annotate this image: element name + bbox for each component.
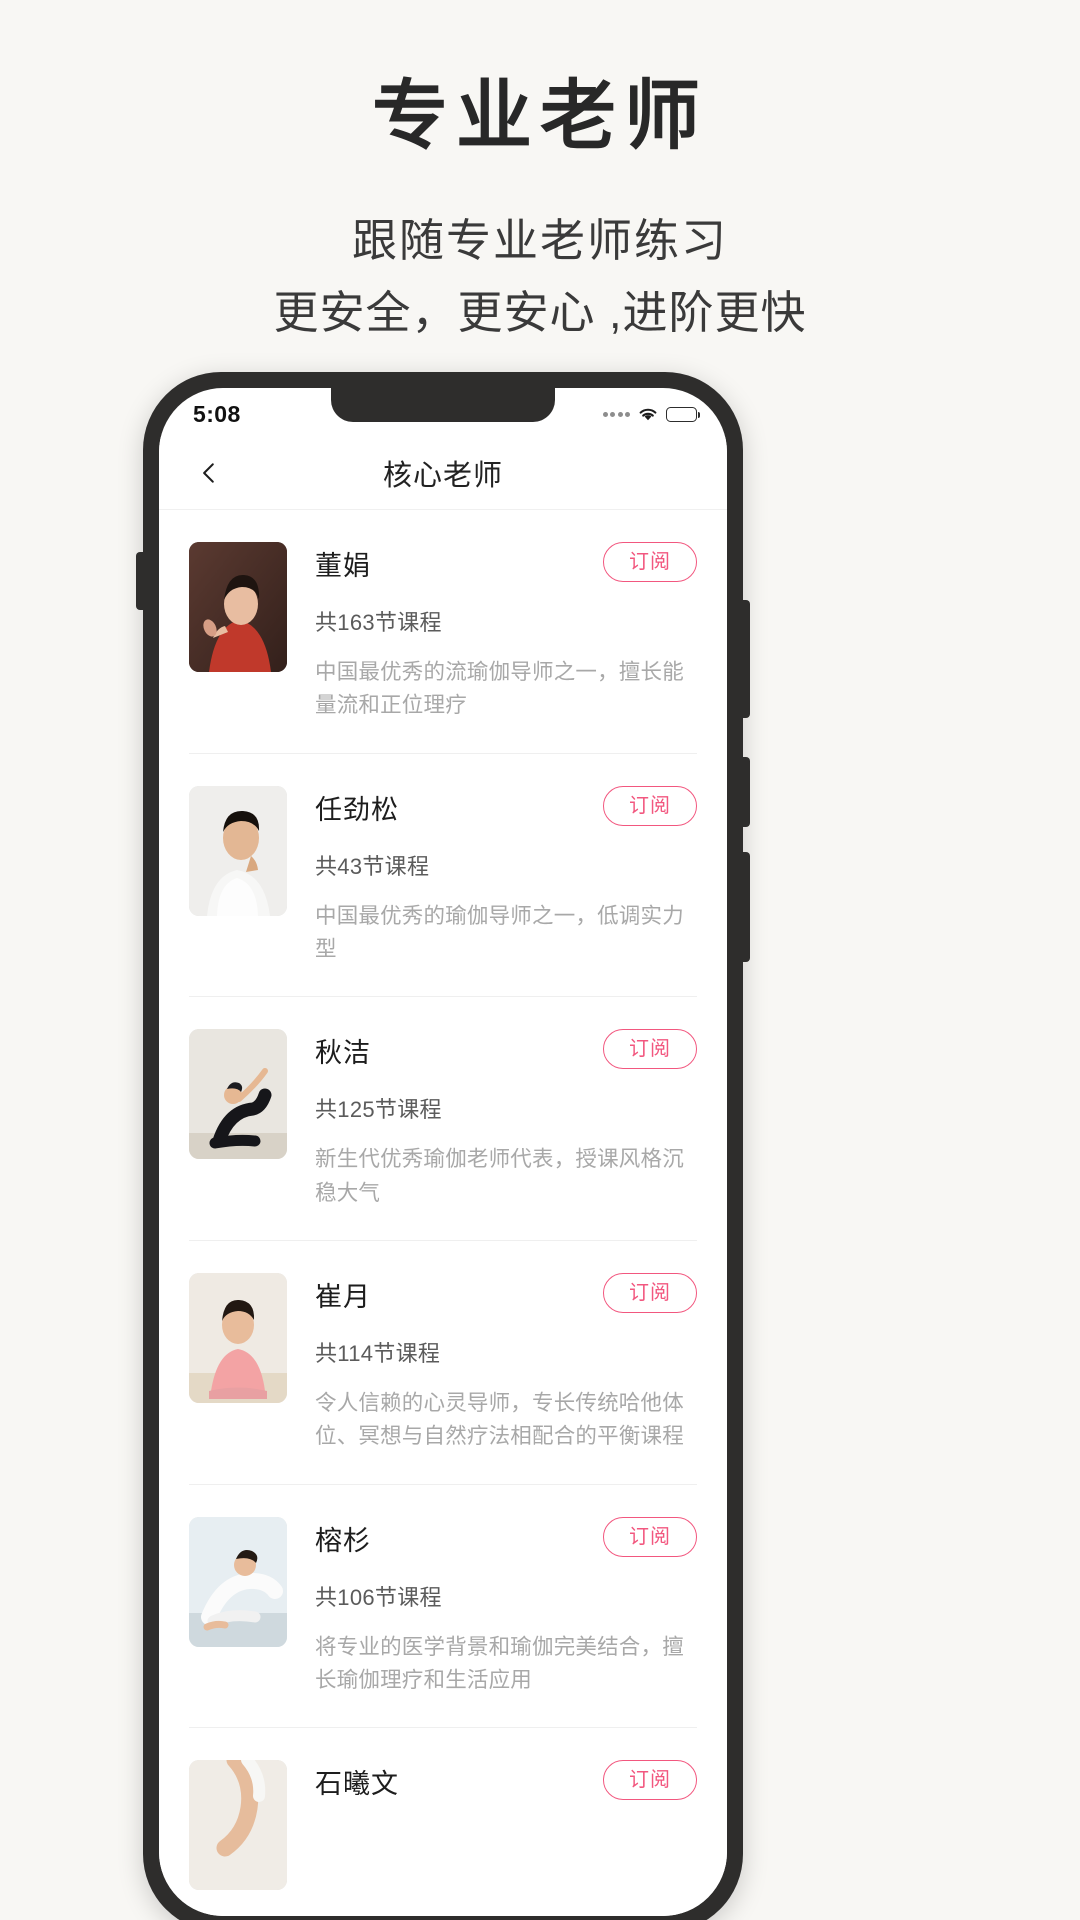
teacher-description: 中国最优秀的流瑜伽导师之一，擅长能量流和正位理疗 — [315, 660, 684, 718]
phone-screen: 5:08 核心老师 董娟 订阅 共163节课程 中国最优秀的流瑜伽导师之一，擅长… — [159, 388, 727, 1916]
teacher-name: 榕杉 — [315, 1525, 371, 1556]
teacher-header: 崔月 订阅 — [315, 1272, 697, 1314]
teacher-description: 中国最优秀的瑜伽导师之一，低调实力型 — [315, 903, 684, 961]
teacher-info: 秋洁 订阅共125节课程新生代优秀瑜伽老师代表，授课风格沉稳大气 — [287, 1029, 697, 1210]
table-row[interactable]: 榕杉 订阅共106节课程将专业的医学背景和瑜伽完美结合，擅长瑜伽理疗和生活应用 — [189, 1485, 697, 1729]
table-row[interactable]: 石曦文 订阅 — [189, 1728, 697, 1916]
subscribe-button[interactable]: 订阅 — [603, 785, 697, 826]
teacher-name: 崔月 — [315, 1281, 371, 1312]
teacher-info: 任劲松 订阅共43节课程中国最优秀的瑜伽导师之一，低调实力型 — [287, 785, 697, 967]
promo-subtitle: 跟随专业老师练习 更安全，更安心 ,进阶更快 — [0, 209, 1080, 345]
table-row[interactable]: 董娟 订阅共163节课程中国最优秀的流瑜伽导师之一，擅长能量流和正位理疗 — [189, 510, 697, 754]
phone-mockup: 5:08 核心老师 董娟 订阅 共163节课程 中国最优秀的流瑜伽导师之一，擅长… — [136, 372, 750, 1920]
nav-bar: 核心老师 — [159, 436, 727, 510]
teacher-avatar — [189, 1272, 287, 1403]
teacher-header: 石曦文 订阅 — [315, 1760, 697, 1801]
teacher-name: 董娟 — [315, 551, 371, 581]
status-time: 5:08 — [193, 400, 241, 427]
teacher-list[interactable]: 董娟 订阅 共163节课程 中国最优秀的流瑜伽导师之一，擅长能量流和正位理疗 任劲松订… — [159, 510, 727, 1916]
teacher-header: 榕杉 订阅 — [315, 1516, 697, 1558]
teacher-description: 新生代优秀瑜伽老师代表，授课风格沉稳大气 — [315, 1147, 684, 1205]
teacher-header: 董娟 订阅 — [315, 542, 697, 583]
teacher-info: 榕杉 订阅共106节课程将专业的医学背景和瑜伽完美结合，擅长瑜伽理疗和生活应用 — [287, 1516, 697, 1698]
teacher-course-count: 共163节课程 — [315, 610, 442, 635]
promo-subtitle-line1: 跟随专业老师练习 — [351, 215, 728, 267]
status-bar: 5:08 — [159, 388, 727, 436]
promo-header: 专业老师 跟随专业老师练习 更安全，更安心 ,进阶更快 — [0, 0, 1080, 345]
teacher-name: 石曦文 — [315, 1769, 399, 1800]
promo-page: 专业老师 跟随专业老师练习 更安全，更安心 ,进阶更快 5:08 核心老师 董娟… — [0, 0, 1080, 1920]
teacher-description: 将专业的医学背景和瑜伽完美结合，擅长瑜伽理疗和生活应用 — [315, 1634, 684, 1692]
table-row[interactable]: 任劲松 订阅共43节课程中国最优秀的瑜伽导师之一，低调实力型 — [189, 754, 697, 998]
teacher-course-count: 共43节课程 — [315, 853, 430, 879]
subscribe-button[interactable]: 订阅 — [603, 1272, 697, 1313]
page-title: 专业老师 — [372, 75, 708, 159]
nav-title: 核心老师 — [382, 459, 503, 492]
teacher-header: 任劲松 订阅 — [315, 785, 697, 827]
teacher-avatar — [189, 1760, 287, 1891]
subscribe-button[interactable]: 订阅 — [603, 1760, 697, 1801]
mute-switch — [136, 552, 143, 610]
volume-down-button — [743, 852, 750, 962]
power-button — [743, 600, 750, 718]
phone-frame: 5:08 核心老师 董娟 订阅 共163节课程 中国最优秀的流瑜伽导师之一，擅长… — [136, 372, 750, 1920]
teacher-name: 任劲松 — [315, 794, 399, 825]
promo-subtitle-line2: 更安全，更安心 ,进阶更快 — [273, 287, 807, 339]
subscribe-button[interactable]: 订阅 — [603, 1029, 697, 1070]
teacher-avatar — [189, 1516, 287, 1647]
subscribe-button[interactable]: 订阅 — [603, 1516, 697, 1557]
teacher-course-count: 共125节课程 — [315, 1097, 442, 1123]
teacher-course-count: 共106节课程 — [315, 1584, 442, 1610]
teacher-info: 崔月 订阅共114节课程令人信赖的心灵导师，专长传统哈他体位、冥想与自然疗法相配合… — [287, 1272, 697, 1454]
teacher-course-count: 共114节课程 — [315, 1340, 441, 1366]
teacher-avatar — [189, 542, 287, 672]
wifi-icon — [637, 406, 659, 422]
status-icons — [602, 406, 701, 422]
teacher-name: 秋洁 — [315, 1038, 371, 1069]
subscribe-button[interactable]: 订阅 — [603, 542, 697, 582]
battery-charging-icon — [666, 406, 701, 422]
teacher-description: 令人信赖的心灵导师，专长传统哈他体位、冥想与自然疗法相配合的平衡课程 — [315, 1390, 684, 1449]
table-row[interactable]: 崔月 订阅共114节课程令人信赖的心灵导师，专长传统哈他体位、冥想与自然疗法相配合… — [189, 1241, 697, 1485]
table-row[interactable]: 秋洁 订阅共125节课程新生代优秀瑜伽老师代表，授课风格沉稳大气 — [189, 997, 697, 1241]
teacher-avatar — [189, 1029, 287, 1160]
volume-up-button — [743, 757, 750, 827]
signal-dots-icon — [602, 411, 630, 417]
teacher-avatar — [189, 785, 287, 916]
teacher-header: 秋洁 订阅 — [315, 1029, 697, 1070]
teacher-info: 石曦文 订阅 — [287, 1760, 697, 1801]
teacher-info: 董娟 订阅共163节课程中国最优秀的流瑜伽导师之一，擅长能量流和正位理疗 — [287, 542, 697, 723]
